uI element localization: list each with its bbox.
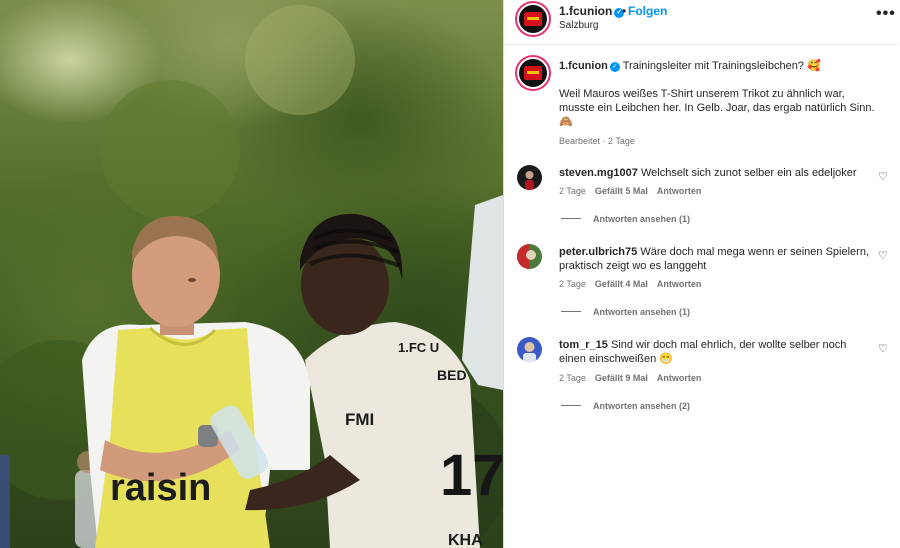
- comment-time[interactable]: 2 Tage: [559, 186, 586, 196]
- header-separator: •: [622, 4, 627, 18]
- caption-first-text: Trainingsleiter mit Trainingsleibchen? 🥰: [622, 60, 821, 72]
- comment-username[interactable]: peter.ulbrich75: [559, 246, 637, 258]
- verified-badge-icon: ✓: [609, 62, 620, 72]
- club-crest-icon: [524, 12, 542, 26]
- view-replies-label[interactable]: Antworten ansehen (1): [593, 307, 690, 317]
- follow-button[interactable]: Folgen: [628, 4, 667, 18]
- like-heart-icon[interactable]: ♡: [878, 249, 888, 262]
- comment-meta: 2 Tage Gefällt 9 Mal Antworten: [559, 373, 710, 383]
- post-side-panel: 1.fcunion ✓ • Folgen Salzburg ••• 1.fcuni…: [503, 0, 900, 548]
- comment-avatar[interactable]: [517, 165, 542, 190]
- comment-text: peter.ulbrich75 Wäre doch mal mega wenn …: [559, 245, 869, 273]
- reply-button[interactable]: Antworten: [657, 186, 702, 196]
- comment-time[interactable]: 2 Tage: [559, 373, 586, 383]
- caption-body-line: musste ein Leibchen her. In Gelb. Joar, …: [559, 102, 875, 114]
- caption-meta: Bearbeitet · 2 Tage: [559, 136, 635, 146]
- reply-button[interactable]: Antworten: [657, 279, 702, 289]
- caption-avatar[interactable]: [517, 57, 549, 89]
- more-options-icon[interactable]: •••: [876, 5, 896, 23]
- view-replies-button[interactable]: Antworten ansehen (1): [561, 307, 690, 317]
- comment-body: einen einschweißen 😁: [559, 353, 673, 365]
- view-replies-label[interactable]: Antworten ansehen (2): [593, 401, 690, 411]
- comment-time[interactable]: 2 Tage: [559, 279, 586, 289]
- view-replies-button[interactable]: Antworten ansehen (1): [561, 214, 690, 224]
- comment-likes[interactable]: Gefällt 9 Mal: [595, 373, 648, 383]
- comment-likes[interactable]: Gefällt 5 Mal: [595, 186, 648, 196]
- author-username-text[interactable]: 1.fcunion: [559, 4, 612, 18]
- jersey-number-text: 17: [440, 443, 503, 508]
- comment-text: tom_r_15 Sind wir doch mal ehrlich, der …: [559, 338, 869, 366]
- jersey-name-bottom-text: KHA: [448, 532, 483, 548]
- club-crest-icon: [524, 66, 542, 80]
- comment-body: praktisch zeigt wo es langgeht: [559, 260, 707, 272]
- caption-body-line: 🙈: [559, 116, 573, 128]
- comment-username[interactable]: tom_r_15: [559, 339, 608, 351]
- comment-body: Sind wir doch mal ehrlich, der wollte se…: [610, 339, 847, 351]
- comment-body: Welchselt sich zunot selber ein als edel…: [640, 167, 857, 179]
- comment-likes[interactable]: Gefällt 4 Mal: [595, 279, 648, 289]
- jersey-name-top-text: BED: [437, 367, 467, 383]
- caption-body-line: Weil Mauros weißes T-Shirt unserem Triko…: [559, 88, 845, 100]
- view-replies-button[interactable]: Antworten ansehen (2): [561, 401, 690, 411]
- author-avatar[interactable]: [517, 3, 549, 35]
- caption-body: Weil Mauros weißes T-Shirt unserem Triko…: [559, 87, 884, 129]
- like-heart-icon[interactable]: ♡: [878, 342, 888, 355]
- view-replies-label[interactable]: Antworten ansehen (1): [593, 214, 690, 224]
- post-photo: raisin FMI 17 BED KHA 1.FC U: [0, 0, 503, 548]
- user-avatar-icon: [525, 171, 534, 190]
- post-photo-illustration: raisin FMI 17 BED KHA 1.FC U: [0, 5, 503, 548]
- comment-body: Wäre doch mal mega wenn er seinen Spiele…: [640, 246, 870, 258]
- caption-username[interactable]: 1.fcunion: [559, 60, 608, 72]
- author-username[interactable]: 1.fcunion ✓: [559, 4, 625, 18]
- shirt-print-text: raisin: [110, 467, 211, 509]
- user-avatar-icon: [517, 244, 536, 269]
- post-location[interactable]: Salzburg: [559, 20, 598, 31]
- sponsor-text: FMI: [345, 410, 374, 429]
- caption-first-line: 1.fcunion ✓ Trainingsleiter mit Trainings…: [559, 59, 821, 72]
- comment-username[interactable]: steven.mg1007: [559, 167, 638, 179]
- post-header: 1.fcunion ✓ • Folgen Salzburg •••: [504, 0, 898, 45]
- comment-text: steven.mg1007 Welchselt sich zunot selbe…: [559, 166, 869, 180]
- comment-avatar[interactable]: [517, 337, 542, 362]
- jersey-club-text: 1.FC U: [398, 340, 439, 355]
- reply-button[interactable]: Antworten: [657, 373, 702, 383]
- comment-meta: 2 Tage Gefällt 4 Mal Antworten: [559, 279, 710, 289]
- user-avatar-icon: [523, 342, 536, 362]
- divider-line: [561, 405, 581, 406]
- divider-line: [561, 218, 581, 219]
- comment-meta: 2 Tage Gefällt 5 Mal Antworten: [559, 186, 710, 196]
- divider-line: [561, 311, 581, 312]
- like-heart-icon[interactable]: ♡: [878, 170, 888, 183]
- comment-avatar[interactable]: [517, 244, 542, 269]
